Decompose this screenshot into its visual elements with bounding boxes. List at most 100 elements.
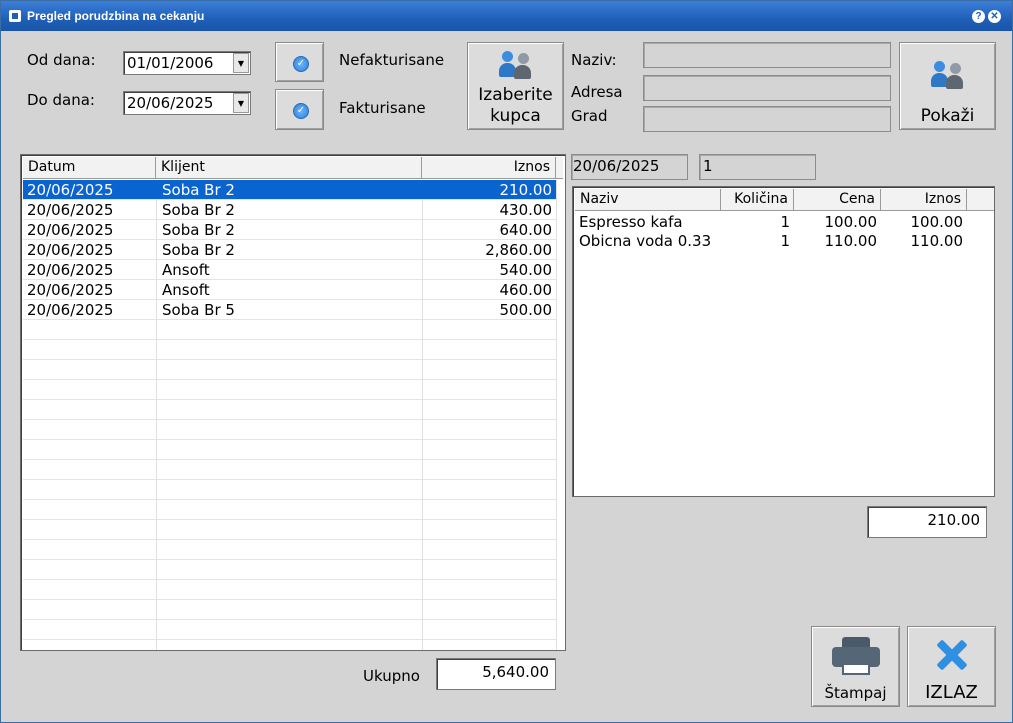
unbilled-label: Nefakturisane — [339, 51, 445, 69]
users-icon — [499, 49, 533, 79]
orders-grid-header: Datum Klijent Iznos — [23, 157, 563, 179]
cell-amount: 460.00 — [499, 281, 553, 299]
print-button[interactable]: Štampaj — [811, 626, 900, 707]
cell-amount: 640.00 — [499, 221, 553, 239]
chevron-down-icon[interactable]: ▼ — [233, 53, 249, 73]
empty-table-row — [23, 380, 556, 400]
table-row[interactable]: 20/06/2025 Soba Br 2 640.00 — [23, 220, 556, 240]
cell-date: 20/06/2025 — [27, 181, 114, 199]
table-row[interactable]: 20/06/2025 Soba Br 2 210.00 — [23, 180, 556, 200]
orders-window: Pregled porudzbina na cekanju ? ✕ Od dan… — [0, 0, 1013, 723]
cell-qty: 1 — [780, 232, 790, 250]
check-icon: ✓ — [293, 103, 309, 119]
title-bar: Pregled porudzbina na cekanju ? ✕ — [1, 1, 1012, 31]
billed-label: Fakturisane — [339, 99, 426, 117]
cell-amount: 430.00 — [499, 201, 553, 219]
empty-table-row — [23, 540, 556, 560]
users-icon — [931, 59, 965, 89]
cell-name: Obicna voda 0.33 — [579, 232, 712, 250]
table-row[interactable]: 20/06/2025 Soba Br 2 2,860.00 — [23, 240, 556, 260]
show-button-label: Pokaži — [920, 106, 975, 126]
empty-table-row — [23, 340, 556, 360]
to-date-picker[interactable]: 20/06/2025 ▼ — [123, 91, 251, 115]
from-date-label: Od dana: — [27, 51, 96, 69]
cell-amount: 210.00 — [499, 181, 553, 199]
printer-icon — [832, 637, 880, 677]
cell-price: 110.00 — [824, 232, 878, 250]
select-customer-line2: kupca — [490, 106, 541, 126]
list-item[interactable]: Obicna voda 0.33 1 110.00 110.00 — [575, 231, 994, 251]
empty-table-row — [23, 580, 556, 600]
chevron-down-icon[interactable]: ▼ — [233, 93, 249, 113]
from-date-picker[interactable]: 01/01/2006 ▼ — [123, 51, 251, 75]
cell-client: Ansoft — [162, 281, 210, 299]
to-date-value: 20/06/2025 — [127, 94, 214, 112]
empty-table-row — [23, 460, 556, 480]
empty-table-row — [23, 520, 556, 540]
col-amount-header[interactable]: Iznos — [422, 157, 556, 179]
customer-city-label: Grad — [571, 107, 608, 125]
cell-amount: 500.00 — [499, 301, 553, 319]
cell-amount: 100.00 — [910, 213, 964, 231]
cell-date: 20/06/2025 — [27, 241, 114, 259]
empty-table-row — [23, 620, 556, 640]
cell-amount: 2,860.00 — [485, 241, 552, 259]
app-icon — [9, 10, 21, 22]
empty-table-row — [23, 560, 556, 580]
col-qty-header[interactable]: Količina — [721, 189, 794, 211]
empty-table-row — [23, 400, 556, 420]
window-title: Pregled porudzbina na cekanju — [27, 9, 205, 23]
empty-table-row — [23, 440, 556, 460]
billed-toggle-button[interactable]: ✓ — [275, 89, 324, 130]
detail-number: 1 — [699, 154, 816, 180]
show-button[interactable]: Pokaži — [899, 42, 996, 130]
total-label: Ukupno — [363, 667, 420, 685]
customer-address-field — [643, 75, 891, 101]
customer-name-label: Naziv: — [571, 51, 617, 69]
cell-date: 20/06/2025 — [27, 221, 114, 239]
cell-client: Soba Br 5 — [162, 301, 235, 319]
cell-qty: 1 — [780, 213, 790, 231]
cell-client: Soba Br 2 — [162, 181, 235, 199]
cell-client: Ansoft — [162, 261, 210, 279]
col-name-header[interactable]: Naziv — [575, 189, 721, 211]
print-button-label: Štampaj — [824, 684, 887, 702]
close-icon[interactable]: ✕ — [988, 10, 1001, 23]
table-row[interactable]: 20/06/2025 Ansoft 460.00 — [23, 280, 556, 300]
unbilled-toggle-button[interactable]: ✓ — [275, 42, 324, 82]
cell-amount: 110.00 — [910, 232, 964, 250]
cell-client: Soba Br 2 — [162, 241, 235, 259]
cell-client: Soba Br 2 — [162, 201, 235, 219]
orders-total-value: 5,640.00 — [436, 658, 556, 690]
customer-name-field — [643, 42, 891, 68]
select-customer-button[interactable]: Izaberite kupca — [467, 42, 564, 130]
col-amount-header[interactable]: Iznos — [881, 189, 967, 211]
empty-table-row — [23, 500, 556, 520]
empty-table-row — [23, 420, 556, 440]
table-row[interactable]: 20/06/2025 Soba Br 5 500.00 — [23, 300, 556, 320]
exit-button[interactable]: IZLAZ — [907, 626, 996, 707]
order-items-grid[interactable]: Naziv Količina Cena Iznos Espresso kafa 1… — [572, 186, 995, 497]
check-icon: ✓ — [293, 56, 309, 72]
table-row[interactable]: 20/06/2025 Ansoft 540.00 — [23, 260, 556, 280]
cell-date: 20/06/2025 — [27, 261, 114, 279]
orders-grid[interactable]: Datum Klijent Iznos 20/06/2025 Soba Br 22… — [20, 154, 566, 651]
col-client-header[interactable]: Klijent — [156, 157, 422, 179]
cell-date: 20/06/2025 — [27, 301, 114, 319]
exit-button-label: IZLAZ — [925, 682, 978, 703]
cell-date: 20/06/2025 — [27, 281, 114, 299]
detail-total-value: 210.00 — [867, 506, 987, 538]
close-icon — [936, 639, 968, 671]
from-date-value: 01/01/2006 — [127, 54, 214, 72]
select-customer-line1: Izaberite — [478, 85, 553, 105]
cell-amount: 540.00 — [499, 261, 553, 279]
customer-address-label: Adresa — [571, 83, 623, 101]
empty-table-row — [23, 600, 556, 620]
cell-date: 20/06/2025 — [27, 201, 114, 219]
col-price-header[interactable]: Cena — [794, 189, 881, 211]
col-date-header[interactable]: Datum — [23, 157, 156, 179]
customer-city-field — [643, 106, 891, 132]
list-item[interactable]: Espresso kafa 1 100.00 100.00 — [575, 212, 994, 232]
table-row[interactable]: 20/06/2025 Soba Br 2 430.00 — [23, 200, 556, 220]
help-icon[interactable]: ? — [972, 10, 985, 23]
